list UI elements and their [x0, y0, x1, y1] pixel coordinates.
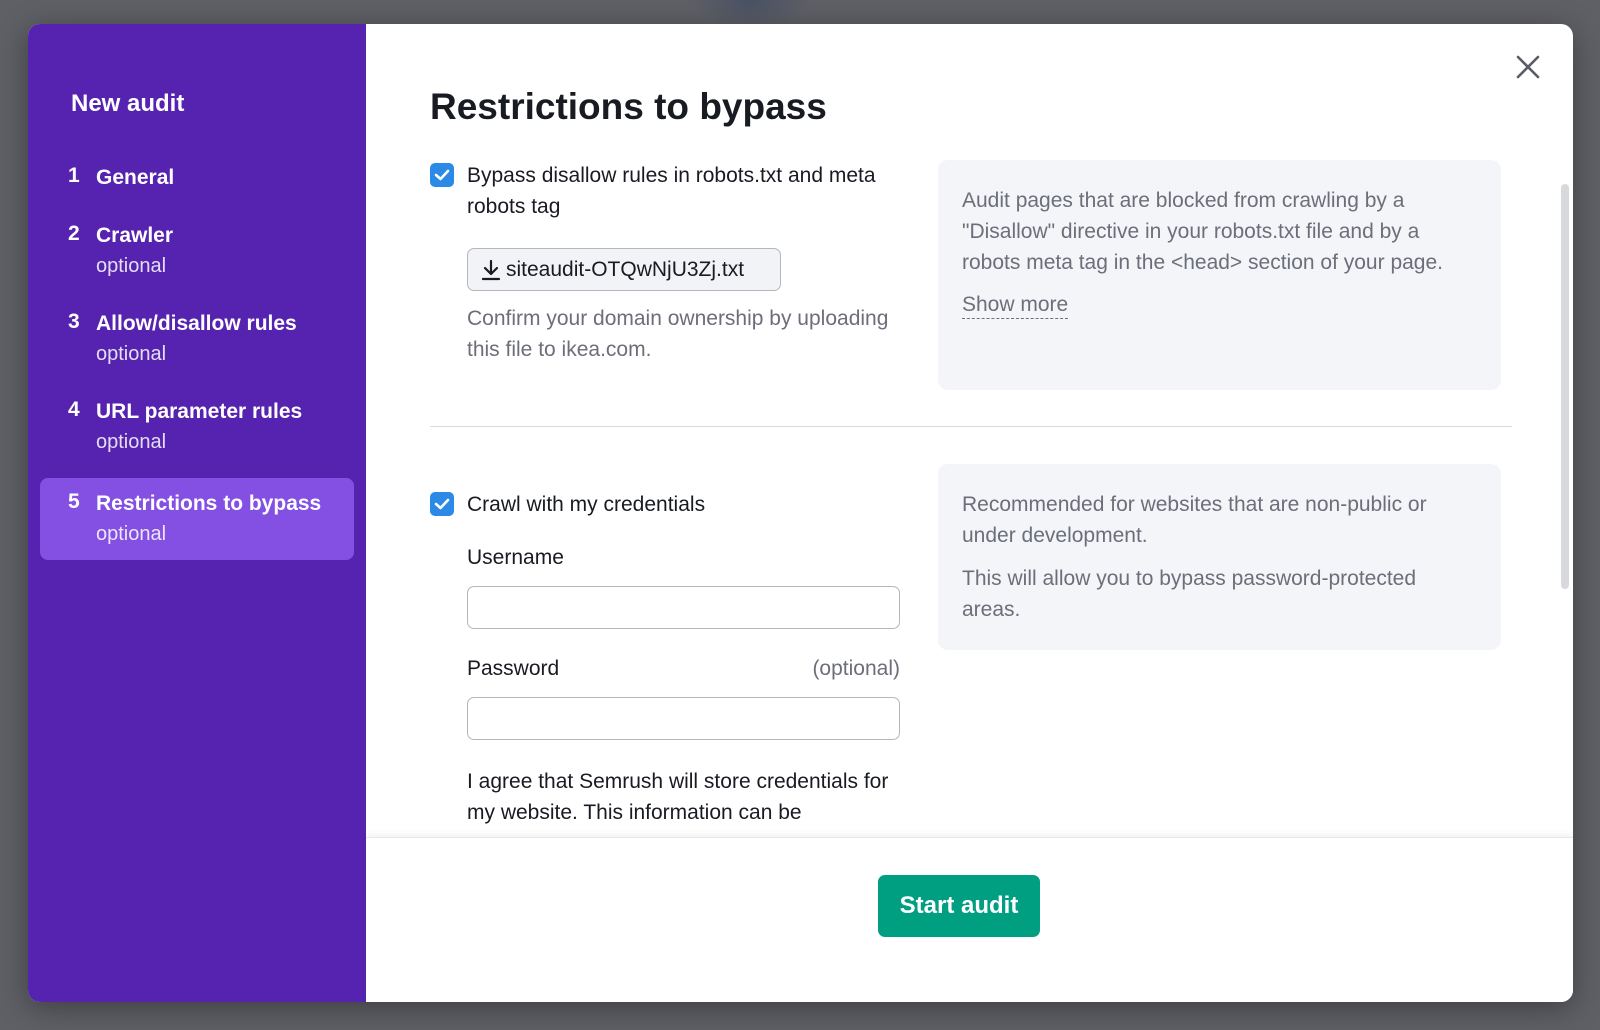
password-label-row: Password (optional)	[467, 655, 900, 683]
username-label: Username	[467, 546, 564, 569]
close-button[interactable]	[1513, 52, 1543, 82]
page-title: Restrictions to bypass	[430, 86, 827, 127]
step-number: 3	[68, 310, 80, 333]
step-number: 4	[68, 398, 80, 421]
start-audit-button[interactable]: Start audit	[878, 875, 1040, 937]
step-label: General	[96, 166, 175, 189]
credentials-info-text-2: This will allow you to bypass password-p…	[962, 567, 1417, 621]
credentials-info-text-1: Recommended for websites that are non-pu…	[962, 493, 1427, 547]
step-optional: optional	[96, 431, 167, 453]
username-input[interactable]	[467, 586, 900, 629]
scrollbar-thumb[interactable]	[1561, 184, 1569, 589]
modal-footer: Start audit	[366, 837, 1573, 1002]
new-audit-modal: New audit 1 General 2 Crawler optional 3…	[28, 24, 1573, 1002]
password-label: Password	[467, 657, 560, 680]
step-number: 5	[68, 490, 80, 513]
step-optional: optional	[96, 523, 167, 545]
show-more-link[interactable]: Show more	[962, 292, 1069, 319]
step-general[interactable]: 1 General	[40, 156, 354, 200]
step-optional: optional	[96, 255, 167, 277]
scroll-content[interactable]: Restrictions to bypass Bypass disallow r…	[366, 24, 1573, 837]
crawl-credentials-label: Crawl with my credentials	[467, 493, 706, 516]
sidebar-title: New audit	[71, 90, 185, 117]
download-icon	[481, 259, 501, 280]
bypass-robots-checkbox[interactable]	[430, 163, 454, 187]
steps-list: 1 General 2 Crawler optional 3 Allow/dis…	[28, 156, 366, 560]
ownership-hint: Confirm your domain ownership by uploadi…	[467, 307, 889, 361]
step-crawler[interactable]: 2 Crawler optional	[40, 214, 354, 288]
step-number: 2	[68, 222, 80, 245]
password-input[interactable]	[467, 697, 900, 740]
section-divider	[430, 426, 1512, 427]
step-allow-disallow-rules[interactable]: 3 Allow/disallow rules optional	[40, 302, 354, 376]
sidebar: New audit 1 General 2 Crawler optional 3…	[28, 24, 366, 1002]
step-optional: optional	[96, 343, 167, 365]
checkmark-icon	[434, 498, 450, 510]
credentials-form: Crawl with my credentials Username Passw…	[430, 464, 900, 828]
step-restrictions-to-bypass[interactable]: 5 Restrictions to bypass optional	[40, 478, 354, 560]
bypass-robots-line: Bypass disallow rules in robots.txt and …	[430, 160, 900, 222]
checkmark-icon	[434, 169, 450, 181]
step-label: Allow/disallow rules	[96, 312, 297, 335]
bypass-robots-options: Bypass disallow rules in robots.txt and …	[430, 160, 900, 365]
step-number: 1	[68, 164, 80, 187]
credentials-info: Recommended for websites that are non-pu…	[938, 464, 1501, 650]
step-label: Restrictions to bypass	[96, 492, 322, 515]
bypass-robots-info-text: Audit pages that are blocked from crawli…	[962, 189, 1443, 274]
step-label: Crawler	[96, 224, 174, 247]
close-icon	[1516, 55, 1540, 79]
password-optional: (optional)	[812, 657, 900, 680]
credentials-section: Crawl with my credentials Username Passw…	[430, 464, 1509, 837]
username-label-row: Username	[467, 544, 900, 572]
main-panel: Restrictions to bypass Bypass disallow r…	[366, 24, 1573, 1002]
step-label: URL parameter rules	[96, 400, 303, 423]
credentials-line: Crawl with my credentials	[430, 489, 900, 520]
bypass-robots-label: Bypass disallow rules in robots.txt and …	[467, 164, 876, 218]
step-url-parameter-rules[interactable]: 4 URL parameter rules optional	[40, 390, 354, 464]
bypass-robots-section: Bypass disallow rules in robots.txt and …	[430, 160, 1509, 390]
credentials-agreement-text: I agree that Semrush will store credenti…	[467, 770, 889, 824]
crawl-credentials-checkbox[interactable]	[430, 492, 454, 516]
bypass-robots-info: Audit pages that are blocked from crawli…	[938, 160, 1501, 390]
download-verification-file-button[interactable]: siteaudit-OTQwNjU3Zj.txt	[467, 248, 781, 291]
file-name: siteaudit-OTQwNjU3Zj.txt	[506, 257, 745, 281]
